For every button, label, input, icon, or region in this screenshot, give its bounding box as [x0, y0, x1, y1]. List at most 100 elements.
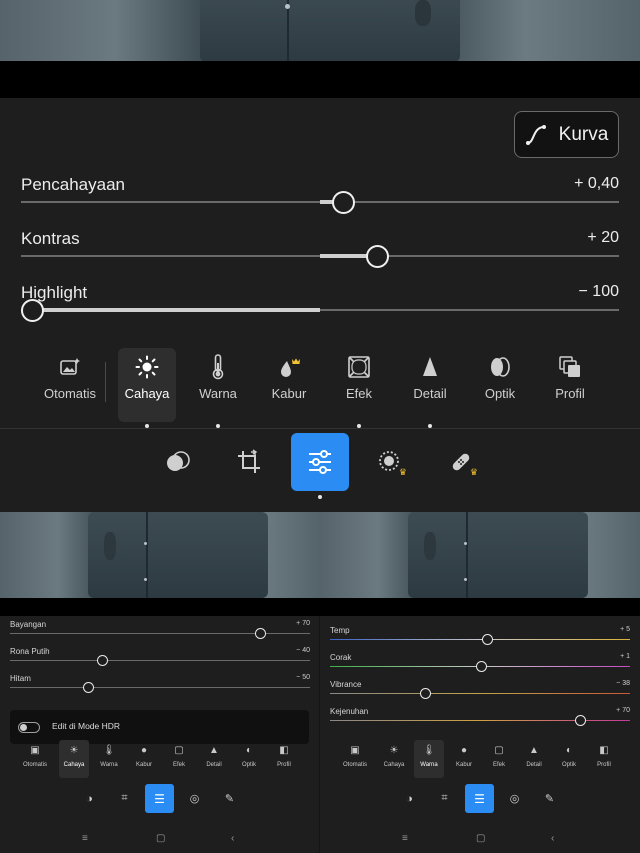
tab-label: Detail	[413, 386, 447, 401]
slider-whites[interactable]: Rona Putih − 40	[10, 647, 310, 671]
presets-button[interactable]	[149, 433, 207, 491]
tab-light[interactable]: ☀ Cahaya	[59, 740, 89, 778]
slider-temp[interactable]: Temp + 5	[330, 626, 630, 650]
curve-button[interactable]: Kurva	[514, 111, 619, 158]
tab-label: Profil	[555, 386, 585, 401]
masking-icon: ◎	[509, 793, 520, 805]
adjust-icon: ☰	[474, 791, 485, 806]
presets-button[interactable]: ◑	[395, 784, 424, 813]
tab-optics[interactable]: Optik	[469, 348, 531, 422]
tab-detail[interactable]: Detail	[399, 348, 461, 428]
adjust-button[interactable]: ☰	[145, 784, 174, 813]
adjust-button[interactable]: ☰	[465, 784, 494, 813]
home-icon[interactable]: ▢	[156, 833, 165, 844]
slider-value: − 38	[616, 680, 630, 687]
slider-thumb[interactable]	[420, 688, 431, 699]
tab-label: Cahaya	[124, 386, 170, 401]
profile-icon: ◧	[599, 745, 609, 756]
blur-icon: ●	[140, 745, 148, 756]
slider-contrast[interactable]: Kontras + 20	[21, 229, 619, 283]
slider-track[interactable]	[21, 308, 619, 312]
photo-preview-left	[0, 512, 320, 598]
slider-thumb[interactable]	[255, 628, 266, 639]
tab-detail[interactable]: ▲ Detail	[199, 740, 229, 778]
mini-color-panel: Temp + 5 Corak + 1 Vibrance − 38 Kejenuh…	[320, 616, 640, 853]
hdr-mode-row[interactable]: Edit di Mode HDR	[10, 710, 309, 744]
masking-button[interactable]: ◎	[500, 784, 529, 813]
slider-track[interactable]	[21, 200, 619, 204]
tab-label: Detail	[526, 762, 542, 768]
adjust-icon	[309, 450, 331, 474]
vignette-icon	[328, 348, 390, 386]
slider-value: + 1	[620, 653, 630, 660]
slider-label: Kontras	[21, 229, 80, 248]
tab-light[interactable]: Cahaya	[118, 348, 176, 428]
tab-light[interactable]: ☀ Cahaya	[379, 740, 409, 778]
auto-icon: ▣	[30, 745, 40, 756]
masking-button[interactable]: ◎	[180, 784, 209, 813]
tab-color[interactable]: 🌡 Warna	[94, 740, 124, 778]
slider-thumb[interactable]	[21, 299, 44, 322]
slider-tint[interactable]: Corak + 1	[330, 653, 630, 677]
slider-label: Corak	[330, 653, 352, 662]
healing-button[interactable]: ✎	[215, 784, 244, 813]
slider-value: + 70	[616, 707, 630, 714]
slider-track[interactable]	[21, 254, 619, 258]
tab-effects[interactable]: ▢ Efek	[164, 740, 194, 778]
tab-blur[interactable]: ● Kabur	[129, 740, 159, 778]
presets-button[interactable]: ◑	[75, 784, 104, 813]
android-nav-bar: ≡ ▢ ‹	[320, 828, 640, 853]
adjust-button[interactable]	[291, 433, 349, 491]
healing-button[interactable]: ✎	[535, 784, 564, 813]
crop-button[interactable]	[220, 433, 278, 491]
tab-optics[interactable]: ◐ Optik	[234, 740, 264, 778]
tab-blur[interactable]: Kabur	[258, 348, 320, 422]
tab-auto[interactable]: ▣ Otomatis	[340, 740, 370, 778]
tab-profile[interactable]: Profil	[539, 348, 601, 422]
tab-effects[interactable]: ▢ Efek	[484, 740, 514, 778]
crop-button[interactable]: ⌗	[110, 784, 139, 813]
tab-label: Warna	[420, 762, 438, 768]
tab-auto[interactable]: ▣ Otomatis	[20, 740, 50, 778]
slider-track[interactable]	[330, 639, 630, 640]
tab-color[interactable]: 🌡 Warna	[414, 740, 444, 778]
tab-effects[interactable]: Efek	[328, 348, 390, 428]
home-icon[interactable]: ▢	[476, 833, 485, 844]
slider-thumb[interactable]	[332, 191, 355, 214]
slider-highlight[interactable]: Highlight − 100	[21, 283, 619, 337]
hdr-toggle[interactable]	[18, 722, 40, 733]
slider-track[interactable]	[10, 660, 310, 661]
masking-button[interactable]: ♛	[361, 433, 419, 491]
slider-thumb[interactable]	[575, 715, 586, 726]
presets-icon: ◑	[406, 792, 413, 805]
tab-color[interactable]: Warna	[187, 348, 249, 428]
back-icon[interactable]: ‹	[551, 833, 554, 844]
slider-thumb[interactable]	[476, 661, 487, 672]
tab-auto[interactable]: Otomatis	[39, 348, 101, 422]
slider-thumb[interactable]	[97, 655, 108, 666]
slider-value: − 100	[578, 283, 619, 300]
slider-blacks[interactable]: Hitam − 50	[10, 674, 310, 698]
recent-apps-icon[interactable]: ≡	[82, 833, 88, 844]
crop-button[interactable]: ⌗	[430, 784, 459, 813]
tab-detail[interactable]: ▲ Detail	[519, 740, 549, 778]
recent-apps-icon[interactable]: ≡	[402, 833, 408, 844]
tab-optics[interactable]: ◐ Optik	[554, 740, 584, 778]
slider-saturation[interactable]: Kejenuhan + 70	[330, 707, 630, 731]
tab-profile[interactable]: ◧ Profil	[589, 740, 619, 778]
slider-track[interactable]	[10, 687, 310, 688]
back-icon[interactable]: ‹	[231, 833, 234, 844]
slider-track[interactable]	[330, 693, 630, 694]
tab-blur[interactable]: ● Kabur	[449, 740, 479, 778]
auto-icon	[39, 348, 101, 386]
auto-icon: ▣	[350, 745, 360, 756]
slider-shadows[interactable]: Bayangan + 70	[10, 620, 310, 644]
slider-thumb[interactable]	[83, 682, 94, 693]
slider-exposure[interactable]: Pencahayaan + 0,40	[21, 175, 619, 229]
tab-profile[interactable]: ◧ Profil	[269, 740, 299, 778]
slider-thumb[interactable]	[366, 245, 389, 268]
mini-light-panel: Bayangan + 70 Rona Putih − 40 Hitam − 50…	[0, 616, 320, 853]
slider-vibrance[interactable]: Vibrance − 38	[330, 680, 630, 704]
healing-button[interactable]: ♛	[432, 433, 490, 491]
slider-thumb[interactable]	[482, 634, 493, 645]
